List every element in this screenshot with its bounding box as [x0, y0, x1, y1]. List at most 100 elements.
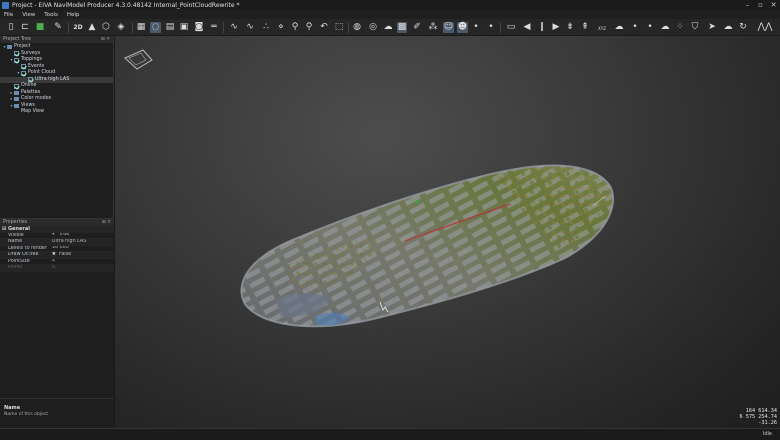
checkbox[interactable]: [14, 83, 19, 89]
properties-header: Properties ⊞ ✕: [0, 219, 114, 226]
checkbox[interactable]: [21, 64, 26, 70]
brush-icon[interactable]: ✐: [412, 22, 422, 33]
property-grid: Visible ✔ True Name Ultra high LAS Levels to …: [0, 233, 114, 272]
point-a-icon[interactable]: •: [630, 22, 640, 33]
node-icon[interactable]: ⋄: [276, 22, 286, 33]
3d-viewport[interactable]: 164 614.34 6 575 254.74 -31.26: [115, 36, 780, 428]
menu-view[interactable]: View: [22, 12, 35, 18]
menu-bar: File View Tools Help: [0, 10, 780, 19]
skip-back-icon[interactable]: ◀: [521, 22, 533, 33]
cloud-export-icon[interactable]: ☁: [659, 22, 671, 33]
layers-icon[interactable]: ▤: [165, 22, 175, 33]
contour-icon[interactable]: ◌: [150, 22, 161, 33]
project-tree-header: Project Tree ⊞ ✕: [0, 36, 113, 43]
property-value[interactable]: 10 000: [52, 246, 114, 252]
status-bar: Idle: [0, 428, 780, 440]
property-key: Points: [8, 265, 23, 270]
checkbox[interactable]: [14, 51, 19, 57]
settings-tool-icon[interactable]: ✎: [51, 22, 65, 33]
image-icon[interactable]: ▣: [179, 22, 189, 33]
profile-icon[interactable]: ∿: [227, 22, 241, 33]
sphere-lines-icon[interactable]: ◎: [367, 22, 379, 33]
property-key: Visible: [8, 232, 24, 238]
step-back-icon[interactable]: ❙: [536, 22, 548, 33]
cube-view-icon[interactable]: ⬡: [101, 22, 111, 33]
points-icon[interactable]: •: [471, 22, 481, 33]
scatter-alt-icon[interactable]: ⁘: [675, 22, 685, 33]
sphere-icon[interactable]: ◍: [352, 22, 362, 33]
description-panel: Name Name of this object: [0, 398, 114, 428]
menu-help[interactable]: Help: [67, 12, 80, 18]
property-value[interactable]: ✖ False: [52, 252, 114, 258]
folder-icon: [14, 90, 19, 95]
tree-item[interactable]: Map View: [0, 109, 113, 116]
project-tree: ▾ Project Surveys ▾ Toppings Events ▾ Point Clo…: [0, 43, 113, 116]
panel-pin-close-icon[interactable]: ⊞ ✕: [102, 219, 111, 226]
property-value[interactable]: 0: [52, 265, 114, 271]
select-box-icon[interactable]: ⬚: [334, 22, 344, 33]
view-2d-button[interactable]: 2D: [72, 22, 84, 33]
description-text: Name of this object: [4, 412, 48, 417]
property-value[interactable]: ✔ True: [52, 233, 114, 239]
step-up-icon[interactable]: ⇞: [580, 22, 590, 33]
box-select-icon[interactable]: ▩: [397, 22, 407, 33]
scatter-icon[interactable]: ⁂: [427, 22, 439, 33]
title-bar: Project - EIVA NaviModel Producer 4.3.0.…: [0, 0, 780, 10]
step-forward-icon[interactable]: ⇟: [565, 22, 575, 33]
coordinate-readout: 164 614.34 6 575 254.74 -31.26: [739, 408, 777, 426]
face-icon[interactable]: ☺: [443, 22, 454, 33]
brand-logo-icon: ⋀⋀: [757, 22, 773, 32]
open-folder-icon[interactable]: ⊏: [20, 22, 30, 33]
pin-icon[interactable]: ⚲: [290, 22, 300, 33]
property-row[interactable]: Points 0: [0, 265, 114, 272]
folder-icon: [14, 103, 19, 108]
new-file-icon[interactable]: ▯: [6, 22, 16, 33]
timeline-icon[interactable]: ▭: [505, 22, 517, 33]
window-controls: – ▫ ✕: [741, 0, 780, 10]
xyz-icon[interactable]: XYZ: [595, 22, 609, 33]
app-icon: [2, 1, 9, 9]
play-icon[interactable]: ▶: [551, 22, 561, 33]
rotate-icon[interactable]: ↶: [319, 22, 329, 33]
refresh-icon[interactable]: ↻: [737, 22, 749, 33]
point-cloud-survey: [240, 164, 614, 328]
profile-points-icon[interactable]: ∴: [259, 22, 273, 33]
folder-icon: [7, 45, 12, 50]
property-value[interactable]: Ultra high LAS: [52, 239, 114, 245]
point-cloud-render: [124, 49, 614, 328]
checkbox[interactable]: [14, 57, 19, 63]
property-key: PointSize: [8, 258, 30, 264]
main-toolbar: ▯ ⊏ ■ ✎ 2D ▲ ⬡ ◈ ▦ ◌ ▤ ▣ ◙ ═ ∿ ∿ ∴ ⋄ ⚲ ⚲…: [0, 19, 780, 36]
points-alt-icon[interactable]: •: [486, 22, 496, 33]
minimize-button[interactable]: –: [741, 0, 754, 10]
shield-icon[interactable]: ⛉: [690, 22, 700, 33]
checkbox[interactable]: [28, 77, 33, 83]
property-key: Name: [8, 239, 23, 244]
mesh-icon[interactable]: ☁: [722, 22, 734, 33]
property-value[interactable]: 2: [52, 259, 114, 265]
cursor-icon[interactable]: ➤: [707, 22, 717, 33]
grid-icon[interactable]: ▦: [136, 22, 146, 33]
property-key: Levels to render: [8, 245, 47, 251]
ruler-icon[interactable]: ═: [208, 22, 220, 33]
close-button[interactable]: ✕: [767, 0, 780, 10]
maximize-button[interactable]: ▫: [754, 0, 767, 10]
face-alt-icon[interactable]: ☻: [457, 22, 468, 33]
cloud-icon[interactable]: ☁: [613, 22, 625, 33]
camera-icon[interactable]: ◙: [193, 22, 205, 33]
compass-icon[interactable]: [124, 49, 153, 70]
pin-edit-icon[interactable]: ⚲: [304, 22, 314, 33]
menu-file[interactable]: File: [4, 12, 13, 18]
point-b-icon[interactable]: •: [645, 22, 655, 33]
tree-item-label: Map View: [21, 109, 45, 114]
check-icon: ✔: [52, 232, 56, 238]
menu-tools[interactable]: Tools: [44, 12, 58, 18]
cross-icon: ✖: [52, 252, 56, 257]
save-icon[interactable]: ■: [35, 22, 45, 33]
profile-edit-icon[interactable]: ∿: [243, 22, 257, 33]
north-arrow-icon[interactable]: ▲: [87, 22, 97, 33]
checkbox[interactable]: [21, 70, 26, 76]
palette-icon[interactable]: ◈: [115, 22, 127, 33]
cloud-edit-icon[interactable]: ☁: [382, 22, 394, 33]
panel-pin-close-icon[interactable]: ⊞ ✕: [101, 36, 110, 43]
